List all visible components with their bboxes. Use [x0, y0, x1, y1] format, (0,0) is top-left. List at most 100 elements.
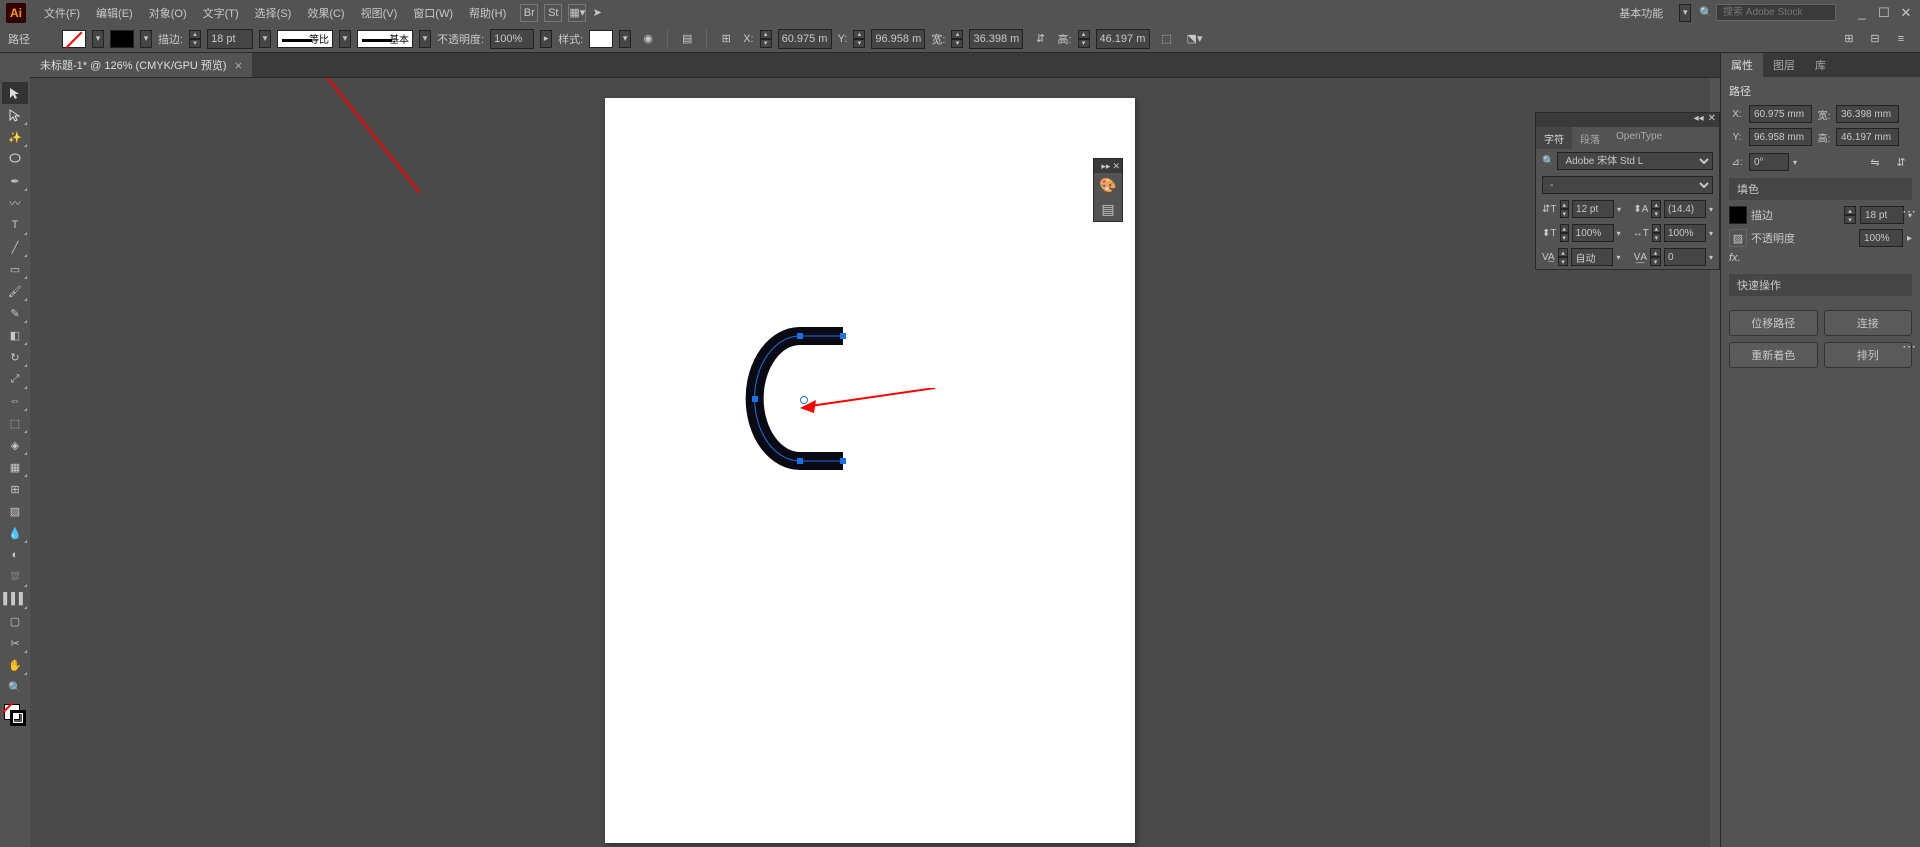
column-graph-tool[interactable]: ▌▌▌	[2, 588, 28, 610]
panel-menu-icon[interactable]: ≡	[1890, 28, 1912, 50]
x-input[interactable]	[778, 29, 832, 49]
y-spinner[interactable]: ▴▾	[853, 30, 865, 48]
perspective-tool[interactable]: ▦	[2, 456, 28, 478]
paintbrush-tool[interactable]: 🖌	[2, 280, 28, 302]
quick-arrange[interactable]: 排列	[1824, 342, 1913, 368]
transform-ref-icon[interactable]: ⊞	[715, 28, 737, 50]
type-tool[interactable]: T	[2, 214, 28, 236]
canvas-area[interactable]: ▸▸ ✕ 🎨 ▤	[30, 78, 1710, 847]
char-panel-close-icon[interactable]: ✕	[1708, 113, 1716, 127]
window-maximize[interactable]: ☐	[1876, 6, 1892, 20]
opacity-popup-icon[interactable]: ▸	[1907, 233, 1912, 244]
gpu-icon[interactable]: ➤	[586, 2, 608, 24]
width-profile[interactable]: 等比	[277, 30, 333, 48]
prop-stroke-swatch[interactable]	[1729, 206, 1747, 224]
leading-spinner[interactable]: ▴▾	[1651, 200, 1661, 218]
artboard[interactable]: ▸▸ ✕ 🎨 ▤	[605, 98, 1135, 843]
document-tab-close[interactable]: ×	[235, 58, 243, 73]
fx-label[interactable]: fx.	[1729, 252, 1741, 264]
vscale-spinner[interactable]: ▴▾	[1560, 224, 1569, 242]
char-tab[interactable]: 字符	[1536, 127, 1572, 149]
kerning-spinner[interactable]: ▴▾	[1558, 248, 1569, 266]
menu-edit[interactable]: 编辑(E)	[88, 1, 141, 25]
hscale-spinner[interactable]: ▴▾	[1652, 224, 1661, 242]
mesh-tool[interactable]: ⊞	[2, 478, 28, 500]
menu-window[interactable]: 窗口(W)	[405, 1, 461, 25]
width-tool[interactable]: ⇔	[2, 390, 28, 412]
free-transform-tool[interactable]: ⬚	[2, 412, 28, 434]
gradient-tool[interactable]: ▨	[2, 500, 28, 522]
char-panel-collapse-icon[interactable]: ◂◂	[1694, 113, 1704, 127]
preferences-icon[interactable]: ⊟	[1864, 28, 1886, 50]
shape-builder-tool[interactable]: ◈	[2, 434, 28, 456]
transform-menu-icon[interactable]: ⋯	[1902, 203, 1916, 220]
line-tool[interactable]: ╱	[2, 236, 28, 258]
artboard-tool[interactable]: ▢	[2, 610, 28, 632]
appearance-menu-icon[interactable]: ⋯	[1902, 338, 1916, 355]
magic-wand-tool[interactable]: ✨	[2, 126, 28, 148]
link-wh-icon[interactable]: ⇵	[1029, 28, 1051, 50]
eyedropper-tool[interactable]: 💧	[2, 522, 28, 544]
recolor-icon[interactable]: ◉	[637, 28, 659, 50]
color-panel-icon[interactable]: 🎨	[1094, 173, 1122, 197]
bridge-icon[interactable]: Br	[520, 4, 538, 22]
fill-dropdown[interactable]: ▾	[92, 30, 104, 48]
brush-profile[interactable]: 基本	[357, 30, 413, 48]
document-tab[interactable]: 未标题-1* @ 126% (CMYK/GPU 预览) ×	[30, 53, 252, 77]
stock-search-input[interactable]	[1716, 4, 1836, 21]
flip-v-icon[interactable]: ⇵	[1890, 151, 1912, 173]
floating-panel-collapse-icon[interactable]: ▸▸	[1101, 161, 1110, 172]
lasso-tool[interactable]	[2, 148, 28, 170]
h-input[interactable]	[1096, 29, 1150, 49]
font-size-input[interactable]	[1572, 200, 1614, 218]
opentype-tab[interactable]: OpenType	[1608, 127, 1670, 149]
blend-tool[interactable]: ◐	[2, 544, 28, 566]
menu-file[interactable]: 文件(F)	[36, 1, 88, 25]
x-spinner[interactable]: ▴▾	[760, 30, 772, 48]
slice-tool[interactable]: ✂	[2, 632, 28, 654]
flip-h-icon[interactable]: ⇋	[1864, 151, 1886, 173]
brush-profile-dropdown[interactable]: ▾	[419, 30, 431, 48]
symbol-sprayer-tool[interactable]: ⛆	[2, 566, 28, 588]
window-close[interactable]: ✕	[1898, 6, 1914, 20]
menu-view[interactable]: 视图(V)	[353, 1, 406, 25]
prop-opacity-input[interactable]	[1859, 229, 1903, 247]
workspace-dropdown-arrow[interactable]: ▾	[1679, 4, 1691, 22]
quick-join[interactable]: 连接	[1824, 310, 1913, 336]
paragraph-tab[interactable]: 段落	[1572, 127, 1608, 149]
style-dropdown[interactable]: ▾	[619, 30, 631, 48]
style-swatch[interactable]	[589, 30, 613, 48]
prop-angle-input[interactable]	[1749, 153, 1789, 171]
vscale-input[interactable]	[1572, 224, 1614, 242]
quick-recolor[interactable]: 重新着色	[1729, 342, 1818, 368]
tab-libraries[interactable]: 库	[1805, 53, 1836, 77]
stroke-weight-input[interactable]	[207, 29, 253, 49]
prop-stroke-spinner[interactable]: ▴▾	[1844, 206, 1856, 224]
fill-swatch[interactable]	[62, 30, 86, 48]
rotate-tool[interactable]: ↻	[2, 346, 28, 368]
prop-stroke-input[interactable]	[1860, 206, 1904, 224]
curvature-tool[interactable]: 〰	[2, 192, 28, 214]
align-icon[interactable]: ▤	[676, 28, 698, 50]
font-family-select[interactable]: Adobe 宋体 Std L	[1557, 152, 1713, 170]
direct-selection-tool[interactable]	[2, 104, 28, 126]
width-profile-dropdown[interactable]: ▾	[339, 30, 351, 48]
pen-tool[interactable]: ✒	[2, 170, 28, 192]
stock-icon[interactable]: St	[544, 4, 562, 22]
w-spinner[interactable]: ▴▾	[951, 30, 963, 48]
quick-offset-path[interactable]: 位移路径	[1729, 310, 1818, 336]
menu-type[interactable]: 文字(T)	[195, 1, 247, 25]
h-spinner[interactable]: ▴▾	[1078, 30, 1090, 48]
shaper-tool[interactable]: ✎	[2, 302, 28, 324]
opacity-swatch-icon[interactable]: ▨	[1729, 229, 1747, 247]
window-minimize[interactable]: _	[1854, 6, 1870, 20]
menu-help[interactable]: 帮助(H)	[461, 1, 514, 25]
workspace-switcher[interactable]: 基本功能	[1613, 3, 1679, 23]
opacity-input[interactable]	[490, 29, 534, 49]
leading-input[interactable]	[1664, 200, 1706, 218]
prop-h-input[interactable]	[1836, 128, 1899, 146]
opacity-popup[interactable]: ▸	[540, 30, 552, 48]
prop-w-input[interactable]	[1836, 105, 1899, 123]
stroke-weight-spinner[interactable]: ▴▾	[189, 30, 201, 48]
y-input[interactable]	[871, 29, 925, 49]
